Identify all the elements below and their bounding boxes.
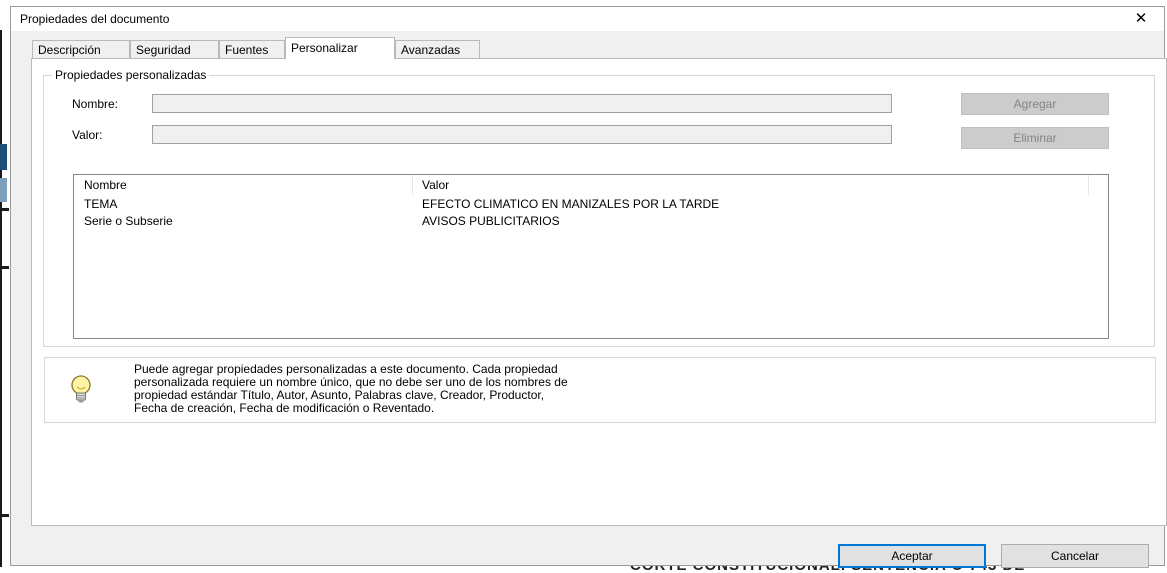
table-row[interactable]: Serie o Subserie AVISOS PUBLICITARIOS <box>74 214 1108 230</box>
tab-fuentes[interactable]: Fuentes <box>219 40 285 58</box>
column-separator[interactable] <box>1088 175 1089 195</box>
row-name: TEMA <box>84 197 118 211</box>
info-box: Puede agregar propiedades personalizadas… <box>44 357 1156 423</box>
title-bar: Propiedades del documento ✕ <box>11 7 1164 31</box>
tab-descripcion[interactable]: Descripción <box>32 40 130 58</box>
column-header-valor[interactable]: Valor <box>422 178 449 192</box>
background-tick <box>0 266 9 269</box>
background-blue-block <box>0 144 7 170</box>
tab-seguridad[interactable]: Seguridad <box>130 40 219 58</box>
background-border-line <box>0 30 2 567</box>
ok-button[interactable]: Aceptar <box>838 544 986 568</box>
column-separator[interactable] <box>412 175 413 195</box>
background-tick <box>0 208 9 211</box>
add-button[interactable]: Agregar <box>961 93 1109 115</box>
dialog-title: Propiedades del documento <box>20 12 170 26</box>
column-header-nombre[interactable]: Nombre <box>84 178 127 192</box>
custom-properties-group: Propiedades personalizadas Nombre: Valor… <box>43 68 1155 347</box>
lightbulb-icon <box>71 375 91 403</box>
tab-page-personalizar: Propiedades personalizadas Nombre: Valor… <box>31 58 1167 526</box>
close-button[interactable]: ✕ <box>1118 7 1164 31</box>
value-input[interactable] <box>152 125 892 144</box>
row-name: Serie o Subserie <box>84 214 173 228</box>
value-label: Valor: <box>72 128 103 142</box>
document-properties-dialog: Propiedades del documento ✕ Descripción … <box>10 6 1167 568</box>
name-input[interactable] <box>152 94 892 113</box>
list-header: Nombre Valor <box>74 175 1108 195</box>
row-value: EFECTO CLIMATICO EN MANIZALES POR LA TAR… <box>422 197 720 211</box>
background-light-blue-block <box>0 178 7 202</box>
group-label: Propiedades personalizadas <box>52 68 210 82</box>
row-value: AVISOS PUBLICITARIOS <box>422 214 560 228</box>
tab-avanzadas[interactable]: Avanzadas <box>395 40 480 58</box>
table-row[interactable]: TEMA EFECTO CLIMATICO EN MANIZALES POR L… <box>74 197 1108 213</box>
close-icon: ✕ <box>1134 10 1148 27</box>
custom-properties-list[interactable]: Nombre Valor TEMA EFECTO CLIMATICO EN MA… <box>73 174 1109 339</box>
background-tick <box>0 514 9 517</box>
info-text: Puede agregar propiedades personalizadas… <box>134 362 568 415</box>
tab-personalizar[interactable]: Personalizar <box>285 37 395 59</box>
name-label: Nombre: <box>72 97 119 111</box>
cancel-button[interactable]: Cancelar <box>1001 544 1149 568</box>
remove-button[interactable]: Eliminar <box>961 127 1109 149</box>
